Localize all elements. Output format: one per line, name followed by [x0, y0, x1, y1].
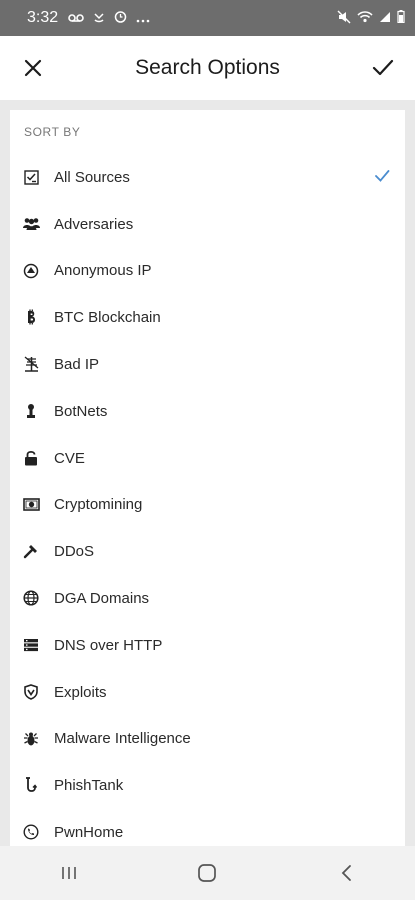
confirm-button[interactable] — [367, 52, 399, 84]
money-icon — [22, 496, 40, 514]
bitcoin-icon — [22, 308, 40, 326]
alarm-icon — [114, 10, 127, 26]
option-label: Anonymous IP — [54, 262, 152, 280]
network-warning-icon — [22, 355, 40, 373]
home-button[interactable] — [187, 853, 227, 893]
option-label: Adversaries — [54, 215, 134, 233]
back-button[interactable] — [326, 853, 366, 893]
option-malware-intelligence[interactable]: Malware Intelligence — [10, 716, 405, 763]
close-icon — [24, 59, 42, 77]
battery-icon — [397, 10, 405, 26]
recents-icon — [62, 867, 76, 879]
option-exploits[interactable]: Exploits — [10, 669, 405, 716]
robot-icon — [22, 402, 40, 420]
close-button[interactable] — [17, 52, 49, 84]
app-bar: Search Options — [0, 36, 415, 100]
missed-call-icon — [93, 11, 105, 26]
option-label: PhishTank — [54, 777, 124, 795]
globe-icon — [22, 589, 40, 607]
selected-check-icon — [375, 170, 390, 182]
status-time: 3:32 — [27, 9, 59, 26]
users-icon — [22, 215, 40, 233]
option-label: DGA Domains — [54, 590, 150, 608]
option-btc-blockchain[interactable]: BTC Blockchain — [10, 294, 405, 341]
hammer-icon — [22, 542, 40, 560]
signal-icon — [379, 11, 391, 26]
option-phishtank[interactable]: PhishTank — [10, 762, 405, 809]
recents-button[interactable] — [49, 853, 89, 893]
option-label: DNS over HTTP — [54, 636, 163, 654]
option-label: Exploits — [54, 683, 107, 701]
incognito-icon — [22, 262, 40, 280]
option-cryptomining[interactable]: Cryptomining — [10, 482, 405, 529]
option-label: BTC Blockchain — [54, 309, 161, 327]
option-label: CVE — [54, 449, 85, 467]
mute-icon — [337, 10, 351, 27]
page-title: Search Options — [135, 56, 280, 79]
option-botnets[interactable]: BotNets — [10, 388, 405, 435]
system-nav-bar — [0, 846, 415, 900]
lock-icon — [22, 449, 40, 467]
hook-icon — [22, 776, 40, 794]
bug-icon — [22, 730, 40, 748]
wifi-icon — [357, 10, 373, 26]
option-anonymous-ip[interactable]: Anonymous IP — [10, 248, 405, 295]
option-label: Bad IP — [54, 356, 100, 374]
voicemail-icon — [68, 11, 84, 26]
option-dga-domains[interactable]: DGA Domains — [10, 575, 405, 622]
option-adversaries[interactable]: Adversaries — [10, 201, 405, 248]
status-bar: 3:32 — [0, 0, 415, 36]
option-all-sources[interactable]: All Sources — [10, 154, 405, 201]
check-icon — [372, 59, 394, 76]
home-icon — [198, 864, 217, 882]
status-right-icons — [337, 10, 405, 27]
option-dns-over-http[interactable]: DNS over HTTP — [10, 622, 405, 669]
option-label: DDoS — [54, 543, 95, 561]
option-label: Cryptomining — [54, 496, 143, 514]
option-label: Malware Intelligence — [54, 730, 191, 748]
option-label: BotNets — [54, 402, 108, 420]
phone-icon — [22, 823, 40, 841]
server-icon — [22, 636, 40, 654]
sort-options-list: All Sources Adversaries Anonymous IP BTC… — [10, 154, 405, 846]
option-pwnhome[interactable]: PwnHome — [10, 809, 405, 846]
option-label: PwnHome — [54, 824, 124, 842]
status-left-icons — [68, 10, 150, 26]
option-cve[interactable]: CVE — [10, 435, 405, 482]
section-header: SORT BY — [24, 125, 81, 139]
sort-options-card: SORT BY All Sources Adversaries Anonymou… — [10, 110, 405, 846]
list-check-icon — [22, 168, 40, 186]
shield-icon — [22, 683, 40, 701]
option-label: All Sources — [54, 168, 130, 186]
option-bad-ip[interactable]: Bad IP — [10, 341, 405, 388]
back-icon — [341, 865, 351, 881]
more-dots-icon — [136, 11, 150, 26]
option-ddos[interactable]: DDoS — [10, 528, 405, 575]
